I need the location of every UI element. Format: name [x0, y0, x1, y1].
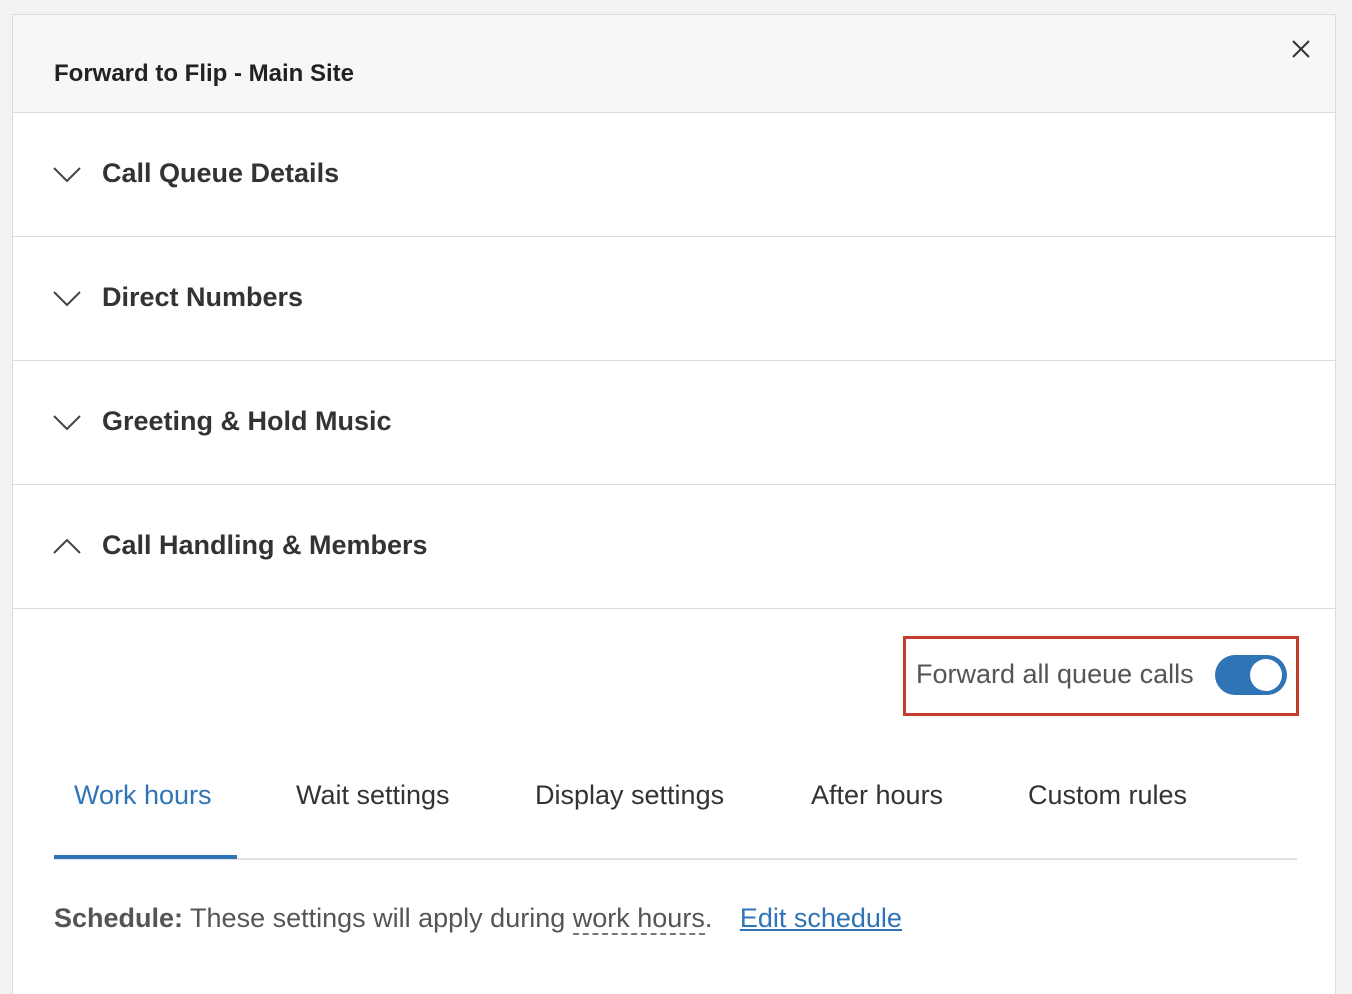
section-call-queue-details[interactable]: Call Queue Details [13, 113, 1335, 237]
section-label: Call Queue Details [102, 158, 340, 188]
tab-wait-settings[interactable]: Wait settings [296, 780, 450, 811]
schedule-period: . [704, 903, 713, 933]
work-hours-term: work hours [572, 903, 705, 935]
schedule-info: Schedule: These settings will apply duri… [54, 903, 902, 935]
edit-schedule-link[interactable]: Edit schedule [740, 903, 902, 933]
close-button[interactable] [1287, 35, 1315, 63]
chevron-up-icon [53, 538, 81, 554]
close-icon [1292, 40, 1310, 58]
chevron-down-icon [53, 167, 81, 183]
tab-display-settings[interactable]: Display settings [535, 780, 724, 811]
schedule-text: These settings will apply during [190, 903, 566, 933]
panel-header: Forward to Flip - Main Site [13, 15, 1335, 113]
call-handling-tabs: Work hours Wait settings Display setting… [54, 775, 1297, 860]
section-direct-numbers[interactable]: Direct Numbers [13, 237, 1335, 361]
section-greeting-hold-music[interactable]: Greeting & Hold Music [13, 361, 1335, 485]
tab-after-hours[interactable]: After hours [811, 780, 943, 811]
schedule-label: Schedule: [54, 903, 184, 933]
section-label: Greeting & Hold Music [102, 406, 392, 436]
forward-calls-highlight: Forward all queue calls [903, 636, 1299, 716]
section-call-handling-members[interactable]: Call Handling & Members [13, 485, 1335, 609]
forward-calls-toggle[interactable] [1215, 655, 1287, 695]
active-tab-indicator [54, 855, 237, 859]
toggle-knob [1250, 659, 1282, 691]
tab-custom-rules[interactable]: Custom rules [1028, 780, 1187, 811]
section-label: Call Handling & Members [102, 530, 428, 560]
call-queue-panel: Forward to Flip - Main Site Call Queue D… [12, 14, 1336, 994]
panel-title: Forward to Flip - Main Site [54, 60, 354, 87]
tab-work-hours[interactable]: Work hours [74, 780, 212, 811]
chevron-down-icon [53, 291, 81, 307]
section-label: Direct Numbers [102, 282, 304, 312]
chevron-down-icon [53, 415, 81, 431]
forward-calls-label: Forward all queue calls [916, 659, 1194, 689]
